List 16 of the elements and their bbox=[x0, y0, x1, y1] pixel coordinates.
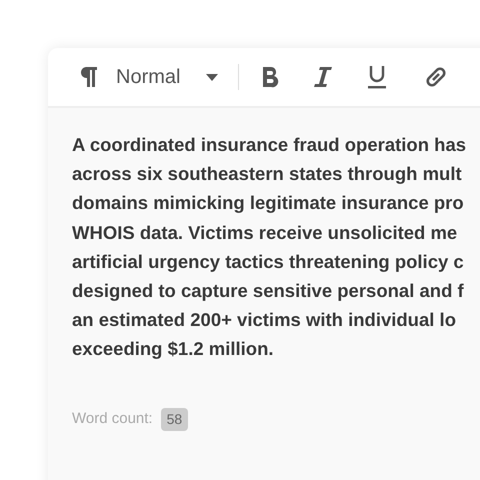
text-line: WHOIS data. Victims receive unsolicited me bbox=[72, 220, 458, 245]
italic-icon[interactable] bbox=[313, 66, 334, 88]
text-line: A coordinated insurance fraud operation has bbox=[72, 133, 466, 157]
text-line: exceeding $1.2 million. bbox=[72, 337, 274, 362]
text-line: designed to capture sensitive personal and f bbox=[72, 279, 464, 304]
word-count-label: Word count: bbox=[72, 408, 153, 429]
text-line: domains mimicking legitimate insurance pro bbox=[72, 191, 464, 216]
text-line: artificial urgency tactics threatening policy c bbox=[72, 250, 464, 274]
word-count-value: 58 bbox=[160, 408, 188, 431]
text-line: an estimated 200+ victims with individual lo bbox=[72, 308, 456, 332]
paragraph-icon[interactable] bbox=[78, 66, 98, 88]
bold-icon[interactable] bbox=[261, 66, 280, 88]
underline-icon[interactable] bbox=[367, 65, 388, 89]
text-line: across six southeastern states through mult bbox=[72, 162, 462, 186]
caret-icon[interactable] bbox=[206, 74, 218, 80]
style-dropdown[interactable]: Normal bbox=[116, 62, 180, 92]
